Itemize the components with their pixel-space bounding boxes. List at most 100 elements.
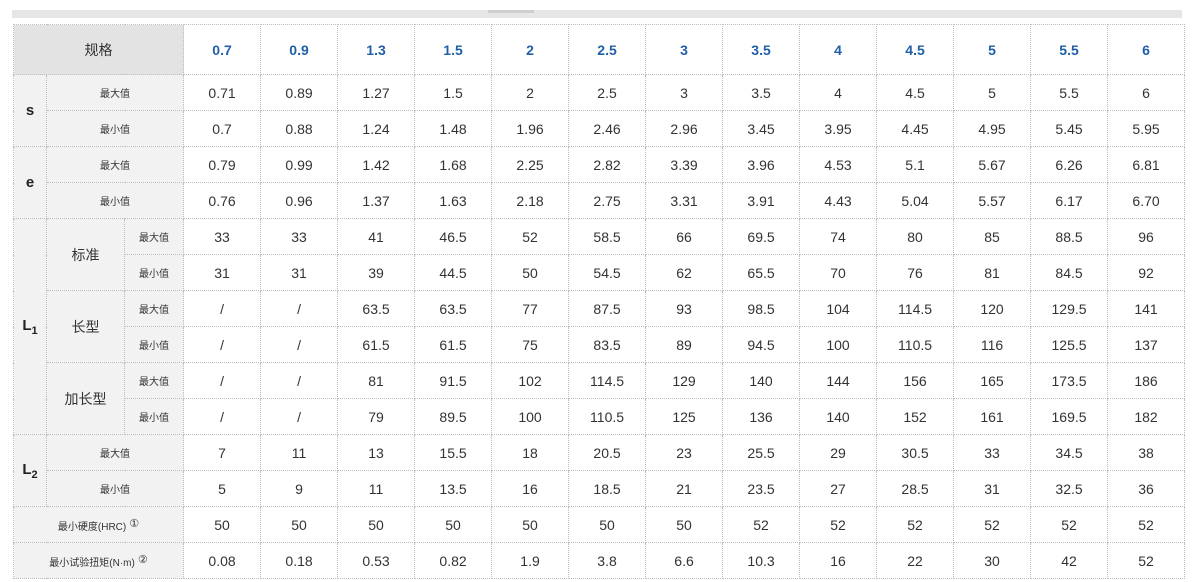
value-cell: 140	[799, 398, 878, 435]
value-cell: /	[183, 362, 262, 399]
row-e-max: e 最大值 0.79 0.99 1.42 1.68 2.25 2.82 3.39 3.96 4.…	[13, 146, 1186, 219]
value-cell: 31	[183, 254, 262, 291]
value-cell: 23.5	[722, 470, 801, 507]
value-cell: 63.5	[414, 290, 493, 327]
value-cell: 89.5	[414, 398, 493, 435]
value-cell: 5	[953, 74, 1032, 111]
value-cell: 21	[645, 470, 724, 507]
value-cell: 156	[876, 362, 955, 399]
value-cell: 81	[953, 254, 1032, 291]
value-cell: 5.1	[876, 146, 955, 183]
value-cell: 87.5	[568, 290, 647, 327]
value-cell: 22	[876, 542, 955, 579]
row-l1-extra-long-max: 加长型 最大值 //81 91.5 102 114.5 129 140 144 156 165 1…	[14, 362, 1186, 435]
value-cell: 152	[876, 398, 955, 435]
value-cell: 125.5	[1030, 326, 1109, 363]
value-cell: 36	[1107, 470, 1186, 507]
value-cell: 50	[645, 506, 724, 543]
value-cell: 2.5	[568, 74, 647, 111]
torque-label: 最小试验扭矩(N·m) ②	[12, 542, 185, 579]
size-header-cell: 2.5	[568, 24, 647, 75]
value-cell: 9	[260, 470, 339, 507]
value-cell: 137	[1107, 326, 1186, 363]
max-label: 最大值	[123, 290, 185, 327]
value-cell: 18	[491, 434, 570, 471]
value-cell: 13.5	[414, 470, 493, 507]
value-cell: 44.5	[414, 254, 493, 291]
value-cell: 23	[645, 434, 724, 471]
value-cell: 5.45	[1030, 110, 1109, 147]
size-header-cell: 3	[645, 24, 724, 75]
value-cell: 50	[414, 506, 493, 543]
value-cell: 84.5	[1030, 254, 1109, 291]
value-cell: 46.5	[414, 218, 493, 255]
value-cell: 33	[183, 218, 262, 255]
value-cell: 0.7	[183, 110, 262, 147]
value-cell: 110.5	[876, 326, 955, 363]
value-cell: 0.18	[260, 542, 339, 579]
value-cell: 6.6	[645, 542, 724, 579]
value-cell: 98.5	[722, 290, 801, 327]
value-cell: 4.45	[876, 110, 955, 147]
row-torque: 最小试验扭矩(N·m) ② 0.08 0.18 0.53 0.82 1.9 3.8 6.6 10…	[12, 542, 1186, 579]
value-cell: 0.76	[183, 182, 262, 219]
min-label: 最小值	[123, 326, 185, 363]
value-cell: 6.81	[1107, 146, 1186, 183]
value-cell: /	[183, 326, 262, 363]
value-cell: 1.37	[337, 182, 416, 219]
value-cell: 140	[722, 362, 801, 399]
value-cell: 32.5	[1030, 470, 1109, 507]
size-header-cell: 4	[799, 24, 878, 75]
value-cell: 5.95	[1107, 110, 1186, 147]
value-cell: 3.91	[722, 182, 801, 219]
value-cell: 18.5	[568, 470, 647, 507]
value-cell: /	[183, 398, 262, 435]
value-cell: 76	[876, 254, 955, 291]
value-cell: 34.5	[1030, 434, 1109, 471]
size-header-cell: 5.5	[1030, 24, 1109, 75]
footnote-marker: ①	[129, 517, 140, 530]
min-label: 最小值	[45, 182, 185, 219]
value-cell: 5.5	[1030, 74, 1109, 111]
group-label-s: s	[13, 74, 47, 147]
value-cell: 0.99	[260, 146, 339, 183]
value-cell: 81	[337, 362, 416, 399]
value-cell: 94.5	[722, 326, 801, 363]
value-cell: 100	[491, 398, 570, 435]
value-cell: 62	[645, 254, 724, 291]
value-cell: 16	[491, 470, 570, 507]
value-cell: 173.5	[1030, 362, 1109, 399]
value-cell: 10.3	[722, 542, 801, 579]
size-header-cell: 2	[491, 24, 570, 75]
value-cell: 50	[568, 506, 647, 543]
row-e-min: 最小值 0.76 0.96 1.37 1.63 2.18 2.75 3.31 3.91 4.43…	[14, 182, 1186, 219]
value-cell: 0.82	[414, 542, 493, 579]
value-cell: 29	[799, 434, 878, 471]
value-cell: 27	[799, 470, 878, 507]
value-cell: 2.75	[568, 182, 647, 219]
row-l1-extra-long-min: 最小值 //79 89.5 100 110.5 125 136 140 152 161 169.5…	[14, 398, 1186, 435]
max-label: 最大值	[123, 218, 185, 255]
value-cell: 52	[799, 506, 878, 543]
value-cell: 13	[337, 434, 416, 471]
value-cell: 65.5	[722, 254, 801, 291]
value-cell: 69.5	[722, 218, 801, 255]
value-cell: 25.5	[722, 434, 801, 471]
value-cell: 141	[1107, 290, 1186, 327]
value-cell: 1.42	[337, 146, 416, 183]
value-cell: 91.5	[414, 362, 493, 399]
value-cell: 75	[491, 326, 570, 363]
value-cell: 83.5	[568, 326, 647, 363]
row-l1-long-min: 最小值 //61.5 61.5 75 83.5 89 94.5 100 110.5 116 125…	[14, 326, 1186, 363]
value-cell: 66	[645, 218, 724, 255]
value-cell: 102	[491, 362, 570, 399]
value-cell: 144	[799, 362, 878, 399]
value-cell: 1.68	[414, 146, 493, 183]
value-cell: 52	[1107, 542, 1186, 579]
value-cell: 4	[799, 74, 878, 111]
value-cell: 61.5	[337, 326, 416, 363]
subgroup-label-extra-long: 加长型	[46, 362, 125, 435]
value-cell: 5	[183, 470, 262, 507]
value-cell: 50	[491, 254, 570, 291]
value-cell: 3	[645, 74, 724, 111]
